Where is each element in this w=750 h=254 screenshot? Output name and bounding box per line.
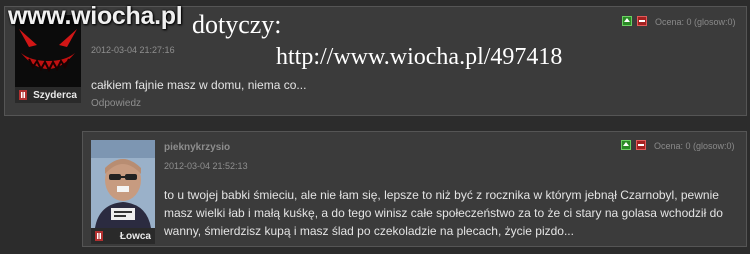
rating-text: Ocena: 0 (glosow:0): [655, 17, 736, 27]
site-logo-watermark: www.wiocha.pl: [8, 2, 183, 30]
rank-label: Szyderca: [33, 89, 77, 101]
comment-text: całkiem fajnie masz w domu, niema co...: [91, 78, 307, 92]
vote-up-icon[interactable]: [622, 16, 632, 26]
comment-date: 2012-03-04 21:27:16: [91, 45, 175, 55]
comment: Łowca pieknykrzysio 2012-03-04 21:52:13 …: [82, 131, 747, 247]
comment-text-line: to u twojej babki śmieciu, ale nie łam s…: [164, 188, 719, 202]
watermark-url: http://www.wiocha.pl/497418: [276, 44, 563, 70]
vote-down-icon[interactable]: [636, 140, 646, 150]
avatar-container: Łowca: [91, 140, 155, 244]
comment-text-line: wanny, śmierdzisz kupą i masz ślad po cz…: [164, 224, 574, 238]
watermark-label: dotyczy:: [192, 10, 282, 39]
comment-author[interactable]: pieknykrzysio: [164, 142, 230, 153]
rating-text: Ocena: 0 (glosow:0): [654, 141, 735, 151]
avatar[interactable]: [91, 140, 155, 228]
rank-badge-icon: [94, 230, 104, 242]
rank-bar: Szyderca: [15, 87, 81, 103]
vote-down-icon[interactable]: [637, 16, 647, 26]
vote-up-icon[interactable]: [621, 140, 631, 150]
comment-date: 2012-03-04 21:52:13: [164, 161, 248, 171]
reply-link[interactable]: Odpowiedz: [91, 98, 141, 109]
rank-label: Łowca: [119, 230, 151, 242]
rank-badge-icon: [18, 89, 28, 101]
comment-text-line: masz wielki łab i małą kuśkę, a do tego …: [164, 206, 723, 220]
rank-bar: Łowca: [91, 228, 155, 244]
